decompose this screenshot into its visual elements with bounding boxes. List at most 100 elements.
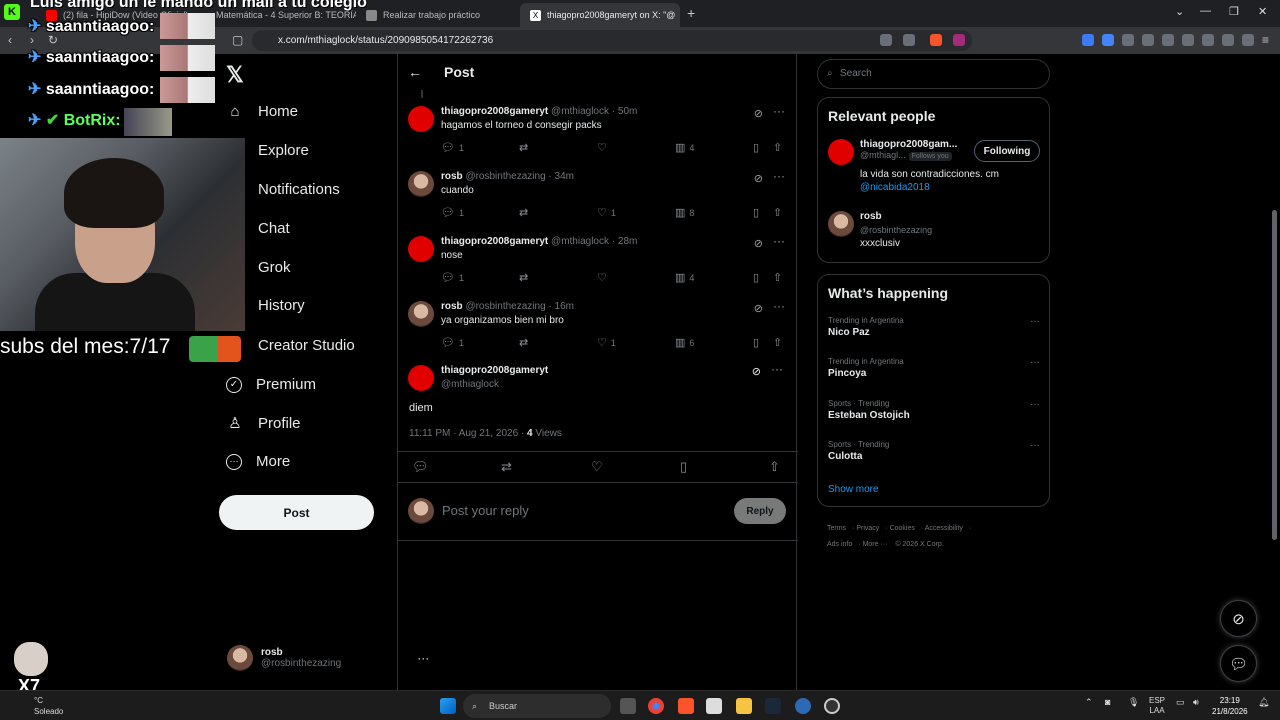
grok-icon[interactable]: ⊘ [754, 172, 763, 185]
nav-creator-studio[interactable]: Creator Studio [226, 337, 355, 354]
extension-b-icon[interactable] [1102, 34, 1114, 46]
tray-overflow-icon[interactable]: ⌃ [1085, 697, 1093, 708]
focused-author-handle[interactable]: @mthiaglock [441, 379, 499, 390]
post-button[interactable]: Post [219, 495, 374, 530]
nav-notifications[interactable]: Notifications [226, 181, 340, 198]
show-more-link[interactable]: Show more [828, 484, 879, 495]
volume-icon[interactable]: 🔊︎ [1193, 697, 1199, 708]
share-icon[interactable]: ⇧ [769, 459, 780, 475]
bookmark-action[interactable]: ▯ [753, 271, 759, 284]
tab-trabajo[interactable]: Realizar trabajo práctico [356, 3, 516, 27]
reply-button[interactable]: Reply [734, 498, 786, 524]
language-indicator[interactable]: ESP LAA [1149, 696, 1165, 716]
nav-more[interactable]: ⋯ More [226, 453, 290, 470]
x-logo-icon[interactable]: 𝕏 [226, 62, 244, 88]
trend-item[interactable]: Sports · Trending Esteban Ostojich ··· [828, 399, 1040, 421]
trend-item[interactable]: Trending in Argentina Nico Paz ··· [828, 316, 1040, 338]
taskbar-search[interactable]: ⌕ Buscar [463, 694, 611, 718]
leo-ai-icon[interactable] [1222, 34, 1234, 46]
steam-icon[interactable] [765, 698, 781, 714]
chrome-icon[interactable] [648, 698, 664, 714]
trend-item[interactable]: Sports · Trending Culotta ··· [828, 440, 1040, 462]
more-options-icon[interactable]: ··· [773, 169, 785, 183]
grok-icon[interactable]: ⊘ [754, 237, 763, 250]
retweet-action[interactable]: ⇄ [519, 141, 528, 154]
nav-chat[interactable]: Chat [226, 220, 290, 237]
search-input[interactable]: ⌕ Search [817, 59, 1050, 89]
nav-profile[interactable]: ♙ Profile [226, 414, 300, 433]
bookmark-action[interactable]: ▯ [753, 141, 759, 154]
tab-list-icon[interactable]: ⌄ [1175, 5, 1184, 18]
nav-home[interactable]: ⌂ Home [226, 103, 298, 120]
share-action[interactable]: ⇧ [773, 271, 782, 284]
minimize-icon[interactable]: — [1200, 5, 1211, 17]
taskbar-clock[interactable]: 23:19 21/8/2026 [1212, 695, 1248, 717]
network-icon[interactable]: ▭ [1176, 697, 1185, 708]
like-action[interactable]: ♡ [597, 141, 611, 154]
bookmark-action[interactable]: ▯ [753, 206, 759, 219]
reply-action[interactable]: 💬︎ 1 [441, 336, 464, 349]
like-action[interactable]: ♡ [597, 271, 611, 284]
views-action[interactable]: ▥ 8 [675, 206, 694, 219]
grok-icon[interactable]: ⊘ [754, 107, 763, 120]
trend-item[interactable]: Trending in Argentina Pincoya ··· [828, 357, 1040, 379]
reply-action[interactable]: 💬︎ 1 [441, 271, 464, 284]
app-icon[interactable] [795, 698, 811, 714]
close-window-icon[interactable]: ✕ [1258, 5, 1267, 18]
tab-x-post[interactable]: X thiagopro2008gameryt on X: "@ ✕ [520, 3, 680, 27]
more-options-icon[interactable]: ··· [773, 104, 785, 118]
views-action[interactable]: ▥ 4 [675, 141, 694, 154]
start-icon[interactable] [440, 698, 456, 714]
nav-explore[interactable]: Explore [226, 142, 309, 159]
back-arrow-icon[interactable]: ← [408, 64, 422, 80]
more-options-icon[interactable]: ··· [1030, 316, 1040, 327]
store-icon[interactable] [706, 698, 722, 714]
more-options-icon[interactable]: ··· [773, 234, 785, 248]
more-options-icon[interactable]: ··· [773, 299, 785, 313]
views-action[interactable]: ▥ 6 [675, 336, 694, 349]
like-action[interactable]: ♡ 1 [597, 336, 616, 349]
reply-action[interactable]: 💬︎ 1 [441, 141, 464, 154]
retweet-icon[interactable]: ⇄ [501, 459, 512, 475]
translate-icon[interactable] [880, 34, 892, 46]
cast-icon[interactable] [903, 34, 915, 46]
grok-fab-icon[interactable]: ⊘ [1220, 600, 1257, 637]
weather-widget[interactable]: °C Soleado [34, 695, 63, 717]
wallet-icon[interactable] [1202, 34, 1214, 46]
extensions-icon[interactable] [1122, 34, 1134, 46]
maximize-icon[interactable]: ❐ [1229, 5, 1239, 18]
vpn-icon[interactable] [1242, 34, 1254, 46]
reply-action[interactable]: 💬︎ 1 [441, 206, 464, 219]
page-scrollbar[interactable] [1272, 210, 1277, 540]
notification-icon[interactable]: 🔔︎ [1258, 697, 1269, 708]
discord-tray-icon[interactable]: ◙ [1105, 697, 1110, 707]
like-action[interactable]: ♡ 1 [597, 206, 616, 219]
extension-a-icon[interactable] [1082, 34, 1094, 46]
new-tab-button[interactable]: + [687, 5, 695, 21]
obs-icon[interactable] [824, 698, 840, 714]
like-icon[interactable]: ♡ [591, 459, 603, 475]
share-action[interactable]: ⇧ [773, 336, 782, 349]
grok-icon[interactable]: ⊘ [752, 365, 761, 378]
reply-input[interactable]: Post your reply [442, 503, 529, 518]
retweet-action[interactable]: ⇄ [519, 336, 528, 349]
nav-grok[interactable]: Grok [226, 259, 291, 276]
brave-rewards-icon[interactable] [953, 34, 965, 46]
media-icon[interactable] [1162, 34, 1174, 46]
brave-icon[interactable] [678, 698, 694, 714]
more-options-icon[interactable]: ··· [1030, 440, 1040, 451]
share-action[interactable]: ⇧ [773, 141, 782, 154]
mic-icon[interactable]: 🎙︎ [1128, 697, 1139, 708]
nav-history[interactable]: History [226, 297, 305, 314]
more-options-icon[interactable]: ··· [771, 362, 783, 376]
address-bar[interactable]: x.com/mthiaglock/status/2090985054172262… [252, 30, 972, 51]
sidebar-icon[interactable] [1182, 34, 1194, 46]
retweet-action[interactable]: ⇄ [519, 271, 528, 284]
bookmark-page-icon[interactable]: ▢ [232, 33, 243, 47]
more-options-icon[interactable]: ··· [1030, 357, 1040, 368]
following-button[interactable]: Following [974, 140, 1040, 162]
more-options-icon[interactable]: ··· [1030, 399, 1040, 410]
messages-fab-icon[interactable]: 💬︎ [1220, 645, 1257, 682]
grok-icon[interactable]: ⊘ [754, 302, 763, 315]
retweet-action[interactable]: ⇄ [519, 206, 528, 219]
